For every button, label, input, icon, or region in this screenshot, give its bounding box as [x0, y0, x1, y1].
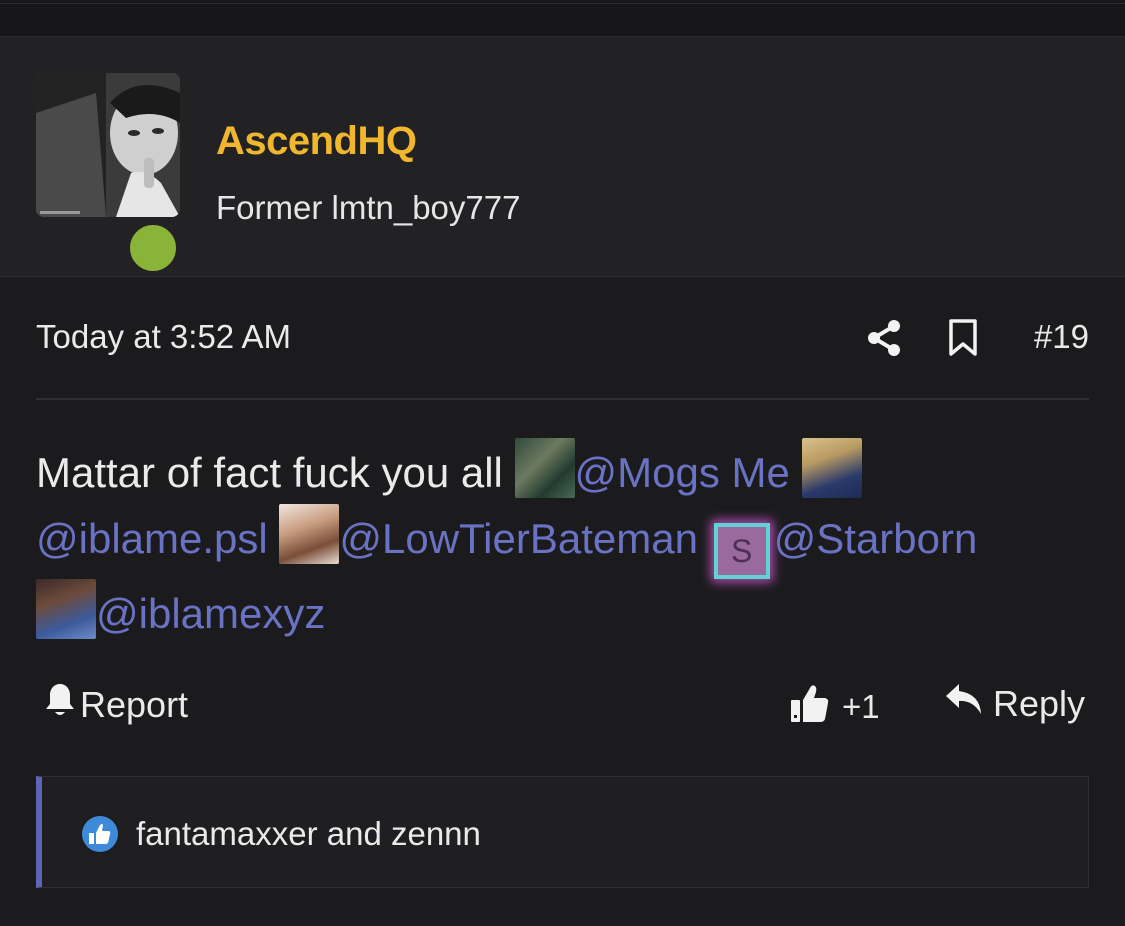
mention-avatar-iblamexyz [36, 579, 96, 639]
post-number-link[interactable]: #19 [1034, 318, 1089, 356]
bell-icon [44, 682, 80, 727]
bookmark-icon[interactable] [948, 318, 978, 358]
post-user-header: AscendHQ Former lmtn_boy777 [0, 37, 1125, 277]
reply-arrow-icon [945, 682, 993, 725]
post-actions: Report +1 Reply [36, 682, 1089, 726]
share-icon[interactable] [866, 318, 902, 358]
post-date[interactable]: Today at 3:52 AM [36, 318, 291, 356]
meta-divider [36, 398, 1089, 400]
mention-avatar-lowtierbateman [279, 504, 339, 564]
like-button[interactable]: +1 [790, 682, 880, 732]
report-button[interactable]: Report [44, 682, 188, 727]
reactions-bar[interactable]: fantamaxxer and zennn [36, 776, 1089, 888]
mention-link-iblame-psl[interactable]: @iblame.psl [36, 515, 268, 562]
mention-link-iblamexyz[interactable]: @iblamexyz [96, 590, 325, 637]
user-avatar[interactable] [36, 73, 180, 217]
thread-post-page: AscendHQ Former lmtn_boy777 Today at 3:5… [0, 0, 1125, 926]
report-label: Report [80, 684, 188, 726]
post-body: Mattar of fact fuck you all @Mogs Me @ib… [36, 438, 1096, 645]
post-text: Mattar of fact fuck you all [36, 449, 503, 496]
mention-avatar-mogs-me [515, 438, 575, 498]
reply-label: Reply [993, 683, 1085, 725]
top-divider [0, 3, 1125, 4]
thumbs-up-icon [790, 682, 842, 732]
mention-avatar-starborn: S [714, 523, 770, 579]
reply-button[interactable]: Reply [945, 682, 1085, 725]
top-bar [0, 0, 1125, 37]
online-status-indicator [125, 220, 181, 276]
mention-link-lowtierbateman[interactable]: @LowTierBateman [339, 515, 698, 562]
user-title: Former lmtn_boy777 [216, 189, 520, 227]
reaction-users[interactable]: fantamaxxer and zennn [136, 815, 481, 853]
like-badge-icon [78, 812, 122, 856]
like-count: +1 [842, 688, 880, 726]
post-meta-row: Today at 3:52 AM #19 [36, 318, 1089, 358]
header-pointer [74, 283, 138, 313]
username[interactable]: AscendHQ [216, 119, 417, 164]
mention-avatar-iblame-psl [802, 438, 862, 498]
mention-link-starborn[interactable]: @Starborn [774, 515, 978, 562]
mention-link-mogs-me[interactable]: @Mogs Me [575, 449, 790, 496]
